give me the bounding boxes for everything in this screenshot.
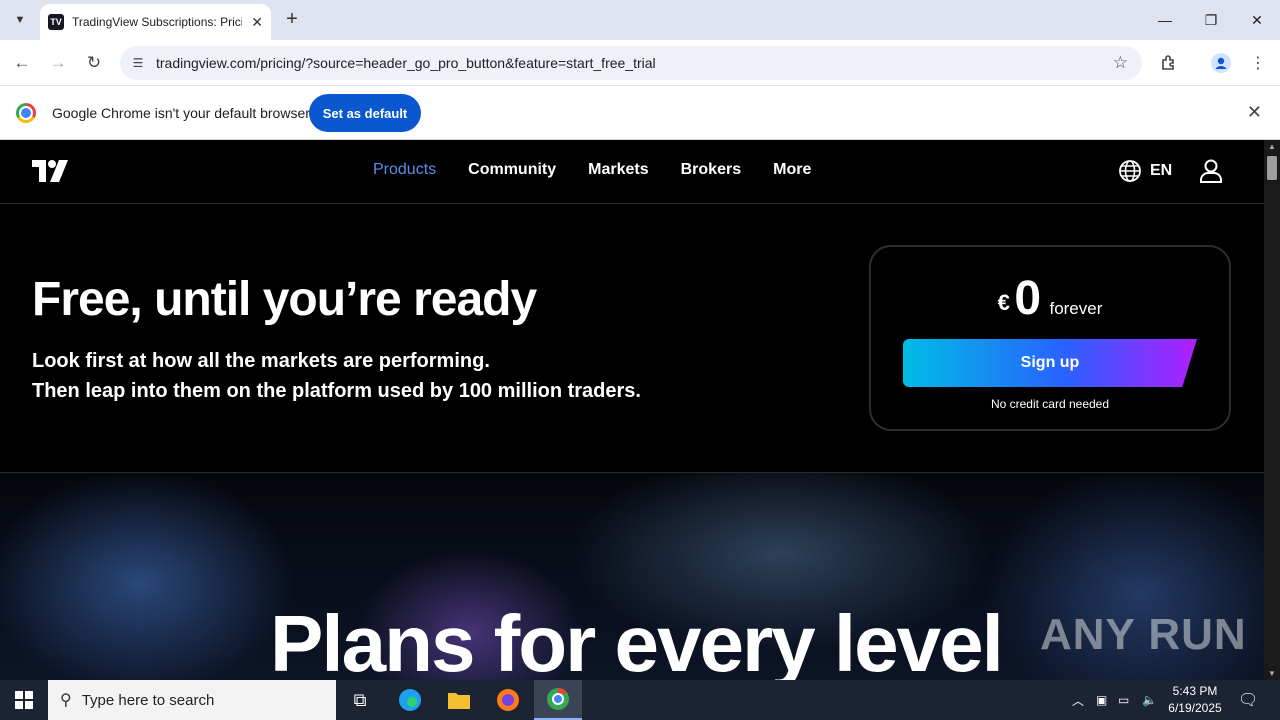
user-icon[interactable] (1198, 158, 1224, 184)
browser-tab[interactable]: TV TradingView Subscriptions: Pricing ✕ (40, 4, 271, 40)
restore-button[interactable]: ❐ (1188, 0, 1234, 40)
windows-logo-icon (15, 691, 33, 709)
search-icon: ⚲ (60, 692, 72, 709)
hero-subtitle-line-1: Look first at how all the markets are pe… (32, 350, 490, 372)
volume-icon[interactable]: 🔈 (1142, 680, 1157, 720)
chevron-down-icon: ▼ (14, 14, 26, 26)
taskbar-search-placeholder: Type here to search (81, 691, 215, 709)
default-browser-infobar: Google Chrome isn't your default browser… (0, 86, 1280, 140)
back-button[interactable]: ← (9, 50, 35, 76)
start-button[interactable] (0, 680, 48, 720)
edge-icon[interactable] (386, 680, 434, 720)
hero-subtitle-line-2: Then leap into them on the platform used… (32, 380, 641, 402)
clock-time: 5:43 PM (1172, 684, 1218, 698)
set-as-default-button[interactable]: Set as default (309, 94, 421, 132)
price-display: € 0 forever (871, 271, 1229, 326)
forward-button[interactable]: → (45, 50, 71, 76)
free-plan-card: € 0 forever Sign up No credit card neede… (869, 245, 1231, 431)
site-header: Products Community Markets Brokers More … (0, 140, 1264, 204)
taskbar-search[interactable]: ⚲ Type here to search (48, 680, 336, 720)
new-tab-button[interactable]: + (280, 8, 304, 32)
system-clock[interactable]: 5:43 PM 6/19/2025 (1160, 683, 1230, 717)
minimize-button[interactable]: — (1142, 0, 1188, 40)
nav-more[interactable]: More (773, 161, 811, 179)
chrome-logo-icon (16, 103, 36, 123)
price-period: forever (1049, 299, 1103, 318)
profile-icon[interactable] (1210, 52, 1232, 74)
task-view-icon[interactable]: ⧉ (336, 680, 384, 720)
hero-title: Free, until you’re ready (32, 273, 537, 326)
tray-device-icon[interactable]: ▣ (1096, 680, 1107, 720)
tab-strip: ▼ TV TradingView Subscriptions: Pricing … (0, 0, 1280, 40)
no-credit-card-note: No credit card needed (990, 397, 1110, 411)
network-icon[interactable]: ▭ (1118, 680, 1129, 720)
tradingview-page: Products Community Markets Brokers More … (0, 140, 1264, 680)
scrollbar-thumb[interactable] (1267, 156, 1277, 180)
windows-taskbar: ⚲ Type here to search ⧉ ︿ ▣ ▭ 🔈 5:43 PM … (0, 680, 1280, 720)
hero-subtitle: Look first at how all the markets are pe… (32, 346, 641, 406)
window-close-button[interactable]: ✕ (1234, 0, 1280, 40)
tab-close-icon[interactable]: ✕ (251, 14, 263, 31)
site-info-icon[interactable]: ☰ (128, 53, 148, 73)
tray-chevron-icon[interactable]: ︿ (1072, 680, 1084, 720)
nav-products[interactable]: Products (373, 161, 436, 179)
address-bar[interactable]: ☰ tradingview.com/pricing/?source=header… (120, 46, 1142, 80)
scroll-up-icon[interactable]: ▲ (1268, 142, 1276, 151)
tradingview-favicon-icon: TV (48, 14, 64, 30)
main-nav: Products Community Markets Brokers More (373, 161, 811, 179)
page-scrollbar[interactable]: ▲ ▼ (1264, 140, 1280, 680)
tab-search-button[interactable]: ▼ (8, 8, 32, 32)
extensions-icon[interactable] (1158, 52, 1180, 74)
sign-up-button[interactable]: Sign up (903, 339, 1197, 387)
clock-date: 6/19/2025 (1168, 701, 1222, 715)
globe-icon (1119, 160, 1141, 182)
anyrun-watermark: ANY RUN (1040, 610, 1247, 659)
language-label: EN (1150, 162, 1173, 179)
menu-kebab-icon[interactable]: ⋮ (1247, 52, 1269, 74)
price-amount: 0 (1014, 272, 1042, 325)
notification-icon[interactable]: 🗨 (1238, 680, 1258, 720)
nav-brokers[interactable]: Brokers (681, 161, 741, 179)
scroll-down-icon[interactable]: ▼ (1268, 669, 1276, 678)
nav-community[interactable]: Community (468, 161, 556, 179)
nav-markets[interactable]: Markets (588, 161, 648, 179)
infobar-message: Google Chrome isn't your default browser (52, 105, 310, 121)
price-currency: € (997, 290, 1010, 315)
infobar-close-icon[interactable]: ✕ (1247, 102, 1262, 123)
tradingview-logo-icon[interactable] (32, 160, 68, 182)
tab-title: TradingView Subscriptions: Pricing (72, 15, 242, 29)
browser-toolbar: ← → ↻ ☰ tradingview.com/pricing/?source=… (0, 40, 1280, 86)
file-explorer-icon[interactable] (435, 680, 483, 720)
plans-heading: Plans for every level (270, 599, 1004, 680)
chrome-taskbar-icon[interactable] (534, 680, 582, 720)
url-text: tradingview.com/pricing/?source=header_g… (156, 55, 656, 71)
bookmark-star-icon[interactable]: ☆ (1113, 53, 1128, 73)
language-selector[interactable]: EN (1118, 159, 1172, 183)
firefox-icon[interactable] (484, 680, 532, 720)
reload-button[interactable]: ↻ (81, 50, 107, 76)
